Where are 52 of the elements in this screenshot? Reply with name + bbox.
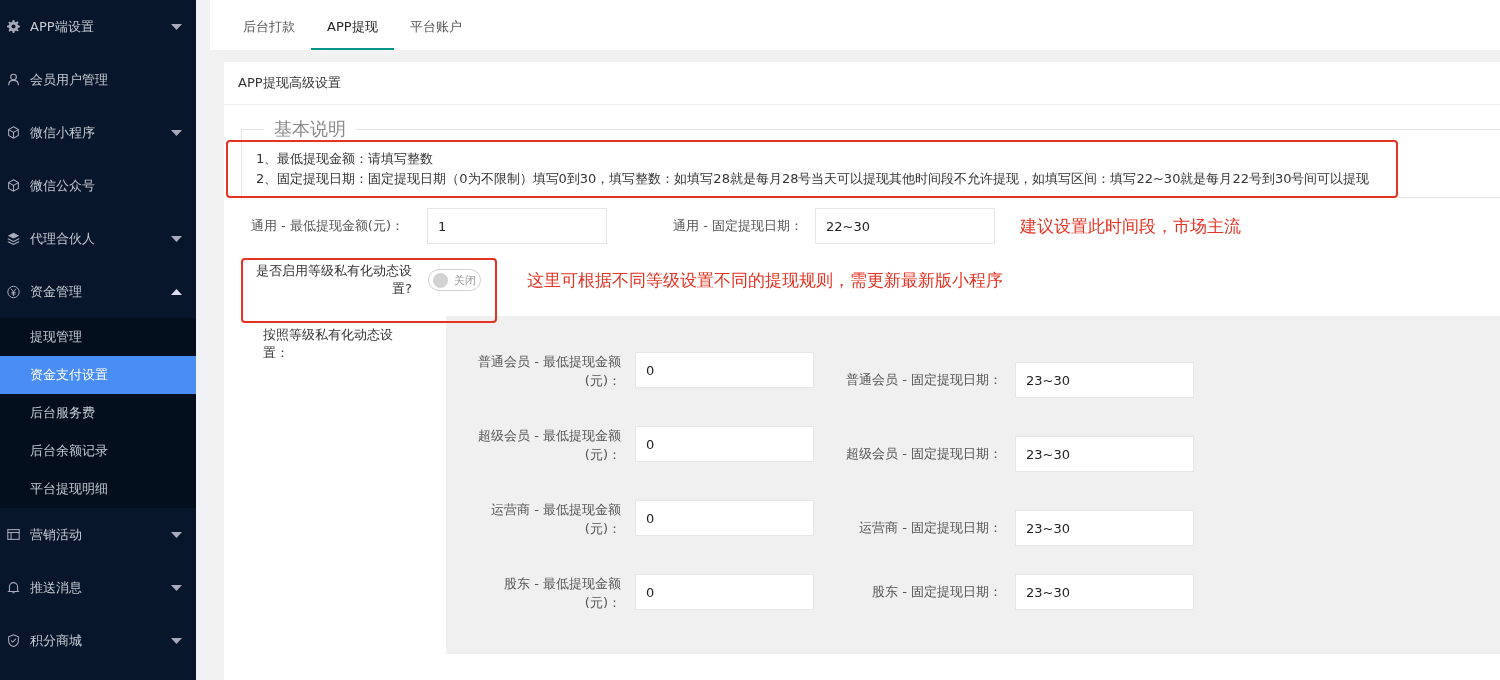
sidebar-item[interactable]: 积分商城: [0, 614, 196, 667]
tab[interactable]: 平台账户: [393, 6, 478, 50]
cube-icon: [7, 179, 20, 192]
field-label: 股东 - 固定提现日期：: [871, 583, 1002, 601]
note-text: 2、固定提现日期：固定提现日期（0为不限制）填写0到30，填写整数：如填写28就是每月28号当天可以提现其他时间段不允许提现，如填写区间：填写22~30就是每月22号到30号间可以提现: [256, 170, 1371, 188]
input-field[interactable]: 1: [427, 208, 607, 244]
sidebar-item[interactable]: 微信公众号: [0, 159, 196, 212]
input-field[interactable]: 0: [635, 426, 814, 462]
sidebar-item[interactable]: 营销活动: [0, 508, 196, 561]
toggle-label: 是否启用等级私有化动态设置?: [255, 262, 412, 298]
sidebar-item[interactable]: 代理合伙人: [0, 212, 196, 265]
sidebar-item[interactable]: 资金管理: [0, 265, 196, 318]
field-label: 超级会员 - 固定提现日期：: [845, 445, 1002, 463]
input-field[interactable]: 0: [635, 500, 814, 536]
input-field[interactable]: 23~30: [1015, 510, 1194, 546]
note-text: 1、最低提现金额：请填写整数: [256, 150, 435, 168]
sidebar-item[interactable]: 微信小程序: [0, 106, 196, 159]
gear-icon: [7, 20, 20, 33]
field-label: 超级会员 - 最低提现金额(元)：: [477, 427, 621, 464]
field-label: 普通会员 - 最低提现金额(元)：: [477, 353, 621, 390]
input-field[interactable]: 22~30: [815, 208, 995, 244]
submenu-item[interactable]: 后台服务费: [0, 394, 196, 432]
field-label: 股东 - 最低提现金额(元)：: [503, 575, 621, 612]
field-label: 通用 - 固定提现日期：: [672, 217, 803, 235]
submenu-item[interactable]: 提现管理: [0, 318, 196, 356]
card-title: APP提现高级设置: [224, 62, 1500, 105]
annotation-text: 这里可根据不同等级设置不同的提现规则，需更新最新版小程序: [527, 268, 1003, 292]
field-label: 通用 - 最低提现金额(元)：: [249, 217, 404, 235]
input-field[interactable]: 0: [635, 352, 814, 388]
field-label: 运营商 - 最低提现金额(元)：: [490, 501, 621, 538]
input-field[interactable]: 0: [635, 574, 814, 610]
sidebar-item[interactable]: APP端设置: [0, 0, 196, 53]
submenu-item[interactable]: 平台提现明细: [0, 470, 196, 508]
input-field[interactable]: 23~30: [1015, 362, 1194, 398]
shield-icon: [7, 634, 20, 647]
field-label: 普通会员 - 固定提现日期：: [845, 371, 1002, 389]
window-icon: [7, 528, 20, 541]
cube-icon: [7, 126, 20, 139]
input-field[interactable]: 23~30: [1015, 436, 1194, 472]
user-icon: [7, 73, 20, 86]
submenu-item[interactable]: 后台余额记录: [0, 432, 196, 470]
tab[interactable]: 后台打款: [227, 6, 311, 50]
bell-icon: [7, 581, 20, 594]
yen-icon: [7, 284, 20, 299]
notes-legend: 基本说明: [264, 117, 356, 141]
sidebar-item[interactable]: 会员用户管理: [0, 53, 196, 106]
section-label: 按照等级私有化动态设置：: [262, 326, 394, 362]
field-label: 运营商 - 固定提现日期：: [858, 519, 1002, 537]
layers-icon: [7, 232, 20, 245]
sidebar-item[interactable]: 推送消息: [0, 561, 196, 614]
input-field[interactable]: 23~30: [1015, 574, 1194, 610]
annotation-text: 建议设置此时间段，市场主流: [1020, 214, 1241, 238]
